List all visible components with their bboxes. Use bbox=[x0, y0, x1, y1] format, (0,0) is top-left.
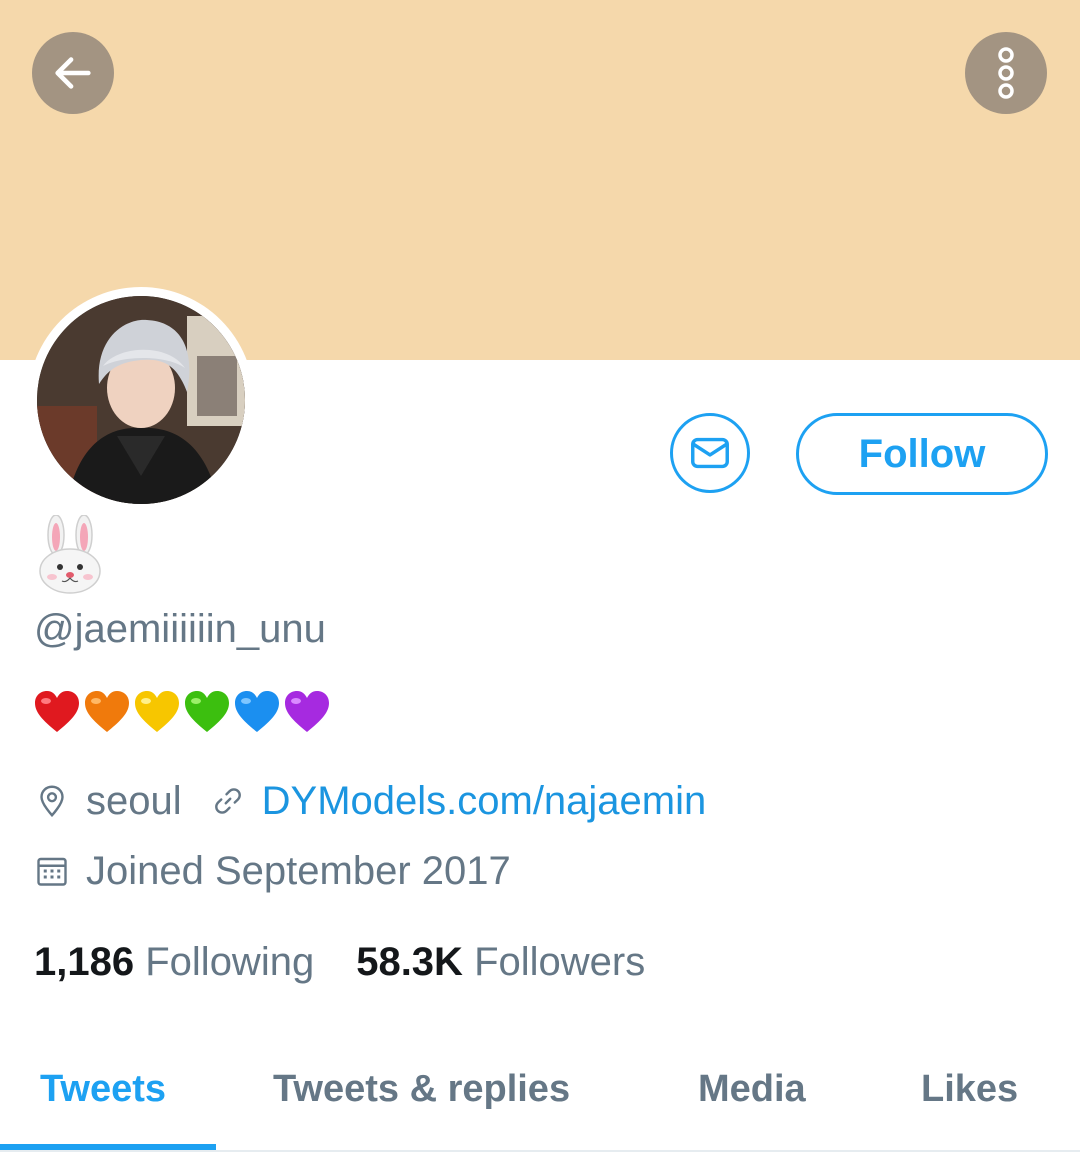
purple-heart-icon bbox=[285, 691, 329, 732]
tab-tweets[interactable]: Tweets bbox=[40, 1068, 166, 1111]
followers-count: 58.3K bbox=[356, 940, 463, 984]
website-link[interactable]: DYModels.com/najaemin bbox=[262, 779, 707, 824]
follow-stats: 1,186 Following 58.3K Followers bbox=[34, 937, 645, 987]
active-tab-indicator bbox=[0, 1144, 216, 1150]
joined-date-row: Joined September 2017 bbox=[34, 846, 511, 896]
profile-handle: @jaemiiiiiin_unu bbox=[34, 607, 326, 651]
link-icon bbox=[214, 788, 241, 814]
profile-page: Follow @jaemiiiiiin_unu seoul DYModels.c… bbox=[0, 0, 1080, 1168]
follow-button-label: Follow bbox=[858, 431, 986, 476]
followers-stat[interactable]: 58.3K Followers bbox=[356, 940, 645, 984]
calendar-icon bbox=[37, 857, 67, 886]
orange-heart-icon bbox=[85, 691, 129, 732]
followers-label: Followers bbox=[474, 940, 646, 984]
more-vertical-icon bbox=[998, 47, 1014, 99]
tab-likes[interactable]: Likes bbox=[921, 1068, 1018, 1111]
profile-bio bbox=[32, 688, 332, 738]
location-pin-icon bbox=[40, 785, 64, 818]
following-label: Following bbox=[145, 940, 315, 984]
location-text: seoul bbox=[86, 778, 182, 823]
profile-tabs: Tweets Tweets & replies Media Likes bbox=[0, 1040, 1080, 1152]
rabbit-face-icon bbox=[39, 514, 101, 594]
back-button[interactable] bbox=[32, 32, 114, 114]
yellow-heart-icon bbox=[135, 691, 179, 732]
following-count: 1,186 bbox=[34, 940, 135, 984]
joined-date-text: Joined September 2017 bbox=[86, 848, 511, 893]
follow-button[interactable]: Follow bbox=[796, 413, 1048, 495]
following-stat[interactable]: 1,186 Following bbox=[34, 940, 314, 984]
location-and-link-row: seoul DYModels.com/najaemin bbox=[34, 776, 706, 826]
tab-tweets-and-replies[interactable]: Tweets & replies bbox=[273, 1068, 570, 1111]
avatar[interactable] bbox=[37, 296, 245, 504]
more-options-button[interactable] bbox=[965, 32, 1047, 114]
tab-media[interactable]: Media bbox=[698, 1068, 806, 1111]
message-button[interactable] bbox=[670, 413, 750, 493]
red-heart-icon bbox=[35, 691, 79, 732]
blue-heart-icon bbox=[235, 691, 279, 732]
avatar-photo bbox=[37, 296, 245, 504]
green-heart-icon bbox=[185, 691, 229, 732]
arrow-left-icon bbox=[55, 57, 91, 89]
mail-icon bbox=[691, 437, 729, 469]
display-name bbox=[34, 514, 106, 595]
